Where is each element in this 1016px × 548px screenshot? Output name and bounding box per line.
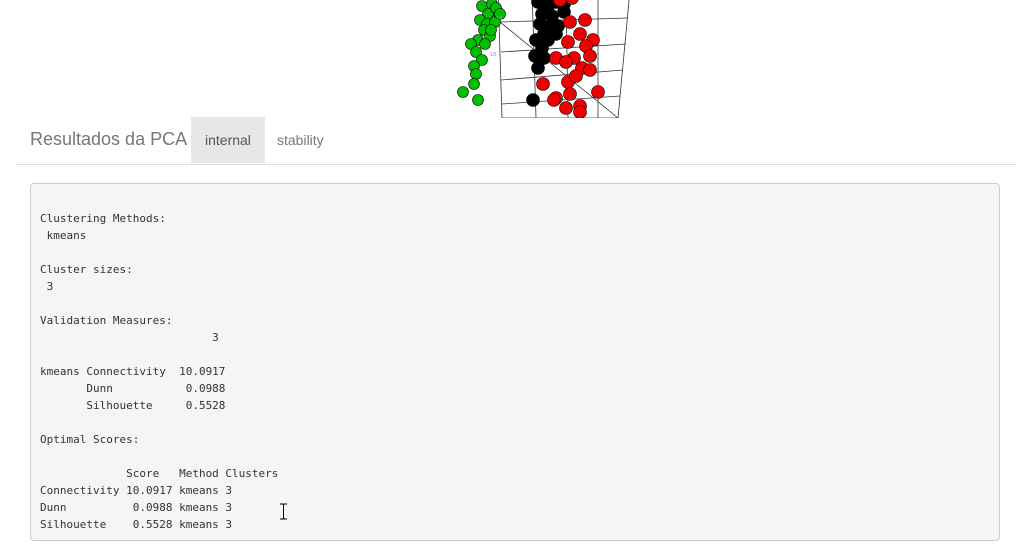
- scatter-point: [531, 61, 545, 75]
- scatter-point: [578, 13, 592, 27]
- scatter-point: [479, 38, 491, 50]
- scatter-point: [472, 94, 484, 106]
- tick-label: 18: [496, 16, 502, 22]
- text-cursor-icon: [280, 503, 287, 520]
- scatter-point: [561, 35, 575, 49]
- scatter-point: [563, 15, 577, 29]
- scatter-point: [591, 85, 605, 99]
- scatter-point: [559, 101, 573, 115]
- scatter-point: [526, 93, 540, 107]
- app-page: 18 18 Resultados da PCA internal stabili…: [0, 0, 1016, 548]
- scatter-point: [573, 27, 587, 41]
- scatter-point: [470, 68, 482, 80]
- scatter-plot-svg: 18 18: [457, 0, 630, 118]
- scatter-point: [536, 77, 550, 91]
- scatter-points: [457, 0, 605, 118]
- navbar: Resultados da PCA internal stability: [16, 116, 1016, 165]
- scatter-point: [569, 69, 583, 83]
- scatter-point: [457, 86, 469, 98]
- tab-internal[interactable]: internal: [191, 117, 265, 163]
- scatter-point: [468, 78, 480, 90]
- tick-label: 18: [490, 52, 496, 58]
- grid-line: [500, 69, 624, 81]
- scatter-point: [549, 27, 563, 41]
- scatter-point: [547, 93, 561, 107]
- tab-stability[interactable]: stability: [263, 117, 338, 163]
- scatter-point: [583, 49, 597, 63]
- scatter-point: [563, 87, 577, 101]
- scatter-point: [485, 24, 497, 36]
- scatter-point: [583, 63, 597, 77]
- scatter-point: [559, 55, 573, 69]
- pca-3d-scatter-plot: 18 18: [440, 0, 640, 118]
- output-text[interactable]: Clustering Methods: kmeans Cluster sizes…: [31, 184, 999, 533]
- verbatim-output: Clustering Methods: kmeans Cluster sizes…: [30, 183, 1000, 541]
- navbar-title: Resultados da PCA: [30, 129, 188, 149]
